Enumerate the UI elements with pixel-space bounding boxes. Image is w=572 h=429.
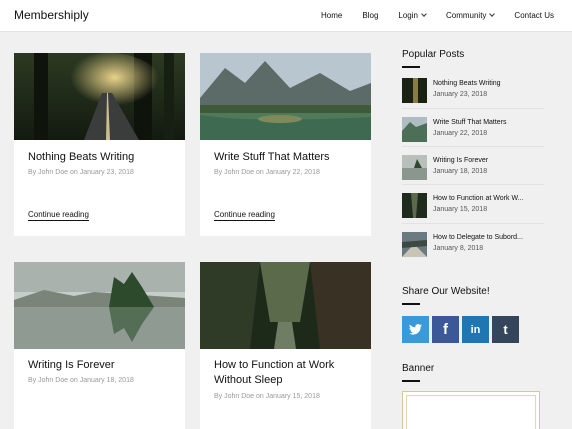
banner-heading: Banner bbox=[402, 363, 435, 374]
post-image-mountain-lake[interactable] bbox=[200, 53, 371, 140]
popular-post-title: How to Function at Work W... bbox=[433, 195, 524, 202]
post-card: Nothing Beats Writing By John Doe on Jan… bbox=[14, 53, 185, 236]
twitter-share-button[interactable] bbox=[402, 316, 429, 343]
popular-post-item[interactable]: How to Function at Work W... January 15,… bbox=[402, 193, 544, 226]
share-heading: Share Our Website! bbox=[402, 286, 490, 297]
divider bbox=[402, 184, 544, 185]
heading-underline bbox=[402, 303, 420, 305]
post-card: Writing Is Forever By John Doe on Januar… bbox=[14, 262, 185, 429]
post-image-island-lake[interactable] bbox=[14, 262, 185, 349]
facebook-icon: f bbox=[443, 321, 448, 338]
continue-reading-link[interactable]: Continue reading bbox=[214, 210, 275, 221]
post-meta: By John Doe on January 18, 2018 bbox=[28, 377, 134, 384]
chevron-down-icon bbox=[489, 11, 496, 17]
nav-home-label: Home bbox=[321, 11, 343, 20]
popular-post-thumb bbox=[402, 232, 427, 257]
tumblr-icon: t bbox=[503, 322, 508, 337]
nav-home[interactable]: Home bbox=[321, 11, 342, 20]
popular-posts-heading: Popular Posts bbox=[402, 49, 465, 60]
facebook-share-button[interactable]: f bbox=[432, 316, 459, 343]
post-image-canyon[interactable] bbox=[200, 262, 371, 349]
nav-community[interactable]: Community bbox=[445, 11, 496, 20]
post-title-line2[interactable]: Without Sleep bbox=[214, 373, 282, 388]
popular-post-thumb bbox=[402, 193, 427, 218]
divider bbox=[402, 108, 544, 109]
linkedin-share-button[interactable]: in bbox=[462, 316, 489, 343]
post-title[interactable]: Nothing Beats Writing bbox=[28, 150, 134, 165]
nav-community-label: Community bbox=[445, 11, 487, 20]
popular-post-title: Nothing Beats Writing bbox=[433, 80, 501, 87]
popular-post-thumb bbox=[402, 78, 427, 103]
post-title-line1[interactable]: How to Function at Work bbox=[214, 358, 334, 373]
popular-post-title: How to Delegate to Subord... bbox=[433, 234, 523, 241]
post-image-forest-road[interactable] bbox=[14, 53, 185, 140]
post-title[interactable]: Write Stuff That Matters bbox=[214, 150, 330, 165]
popular-post-date: January 8, 2018 bbox=[433, 245, 484, 252]
nav-blog-label: Blog bbox=[362, 11, 379, 20]
main-nav: Home Blog Login Community Contact Us bbox=[321, 11, 554, 20]
post-meta: By John Doe on January 15, 2018 bbox=[214, 393, 320, 400]
post-card: Write Stuff That Matters By John Doe on … bbox=[200, 53, 371, 236]
continue-reading-link[interactable]: Continue reading bbox=[28, 210, 89, 221]
heading-underline bbox=[402, 380, 420, 382]
nav-contact-label: Contact Us bbox=[514, 11, 554, 20]
popular-post-date: January 18, 2018 bbox=[433, 168, 488, 175]
divider bbox=[402, 146, 544, 147]
banner-frame bbox=[406, 395, 536, 429]
popular-post-title: Writing Is Forever bbox=[433, 157, 489, 164]
popular-post-thumb bbox=[402, 155, 427, 180]
site-header: Membershiply Home Blog Login Community C… bbox=[0, 0, 572, 32]
nav-blog[interactable]: Blog bbox=[362, 11, 378, 20]
popular-post-thumb bbox=[402, 117, 427, 142]
popular-post-date: January 15, 2018 bbox=[433, 206, 488, 213]
nav-login-label: Login bbox=[398, 11, 418, 20]
popular-post-date: January 22, 2018 bbox=[433, 130, 488, 137]
linkedin-icon: in bbox=[470, 323, 481, 336]
site-brand[interactable]: Membershiply bbox=[14, 8, 89, 22]
post-meta: By John Doe on January 23, 2018 bbox=[28, 169, 134, 176]
twitter-icon bbox=[409, 324, 422, 335]
heading-underline bbox=[402, 66, 420, 68]
banner-ad[interactable] bbox=[402, 391, 540, 429]
popular-post-item[interactable]: How to Delegate to Subord... January 8, … bbox=[402, 232, 544, 265]
post-meta: By John Doe on January 22, 2018 bbox=[214, 169, 320, 176]
popular-post-item[interactable]: Nothing Beats Writing January 23, 2018 bbox=[402, 78, 544, 111]
nav-login[interactable]: Login bbox=[398, 11, 427, 20]
tumblr-share-button[interactable]: t bbox=[492, 316, 519, 343]
nav-contact[interactable]: Contact Us bbox=[514, 11, 554, 20]
popular-post-title: Write Stuff That Matters bbox=[433, 119, 507, 126]
divider bbox=[402, 223, 544, 224]
post-title[interactable]: Writing Is Forever bbox=[28, 358, 115, 373]
chevron-down-icon bbox=[421, 11, 427, 17]
post-card: How to Function at Work Without Sleep By… bbox=[200, 262, 371, 429]
popular-post-date: January 23, 2018 bbox=[433, 91, 488, 98]
